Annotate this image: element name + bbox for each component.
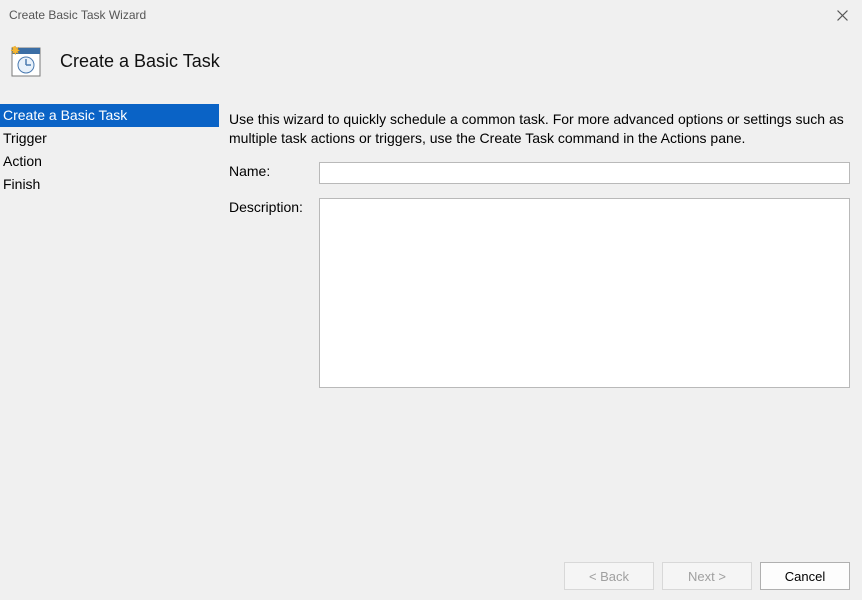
intro-text: Use this wizard to quickly schedule a co… [229, 110, 850, 148]
page-title: Create a Basic Task [60, 51, 220, 72]
description-label: Description: [229, 198, 319, 215]
name-row: Name: [229, 162, 850, 184]
name-label: Name: [229, 162, 319, 184]
cancel-button[interactable]: Cancel [760, 562, 850, 590]
wizard-header: Create a Basic Task [0, 30, 862, 102]
description-row: Description: [229, 198, 850, 388]
content-area: Create a Basic Task Trigger Action Finis… [0, 102, 862, 542]
next-button[interactable]: Next > [662, 562, 752, 590]
back-button[interactable]: < Back [564, 562, 654, 590]
close-icon [837, 10, 848, 21]
button-bar: < Back Next > Cancel [564, 562, 850, 590]
name-input[interactable] [319, 162, 850, 184]
wizard-steps-nav: Create a Basic Task Trigger Action Finis… [0, 102, 219, 542]
main-panel: Use this wizard to quickly schedule a co… [219, 102, 862, 542]
close-button[interactable] [830, 3, 854, 27]
description-input[interactable] [319, 198, 850, 388]
window-title: Create Basic Task Wizard [8, 8, 146, 22]
titlebar: Create Basic Task Wizard [0, 0, 862, 30]
sidebar-item-create-basic-task[interactable]: Create a Basic Task [0, 104, 219, 127]
sidebar-item-finish[interactable]: Finish [0, 173, 219, 196]
sidebar-item-trigger[interactable]: Trigger [0, 127, 219, 150]
sidebar-item-action[interactable]: Action [0, 150, 219, 173]
wizard-icon [8, 44, 42, 78]
